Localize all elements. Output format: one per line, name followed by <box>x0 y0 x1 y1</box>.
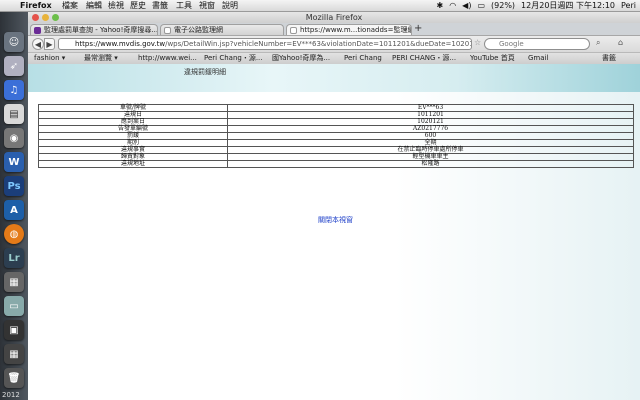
menu-edit[interactable]: 編輯 <box>86 0 102 11</box>
bookmark-item[interactable]: fashion ▾ <box>34 53 65 64</box>
page-title: 違規罰鍰明細 <box>184 68 226 76</box>
image-icon[interactable]: ▣ <box>4 320 24 340</box>
preview-icon[interactable]: ▤ <box>4 104 24 124</box>
lightroom-icon[interactable]: Lr <box>4 248 24 268</box>
bookmark-item[interactable]: 最常瀏覽 ▾ <box>84 53 118 64</box>
url-host: https://www.mvdis.gov.tw <box>75 40 166 48</box>
menu-window[interactable]: 視窗 <box>199 0 215 11</box>
bookmark-item[interactable]: Peri Chang <box>344 53 382 64</box>
star-icon[interactable]: ☆ <box>474 38 481 47</box>
finder-icon[interactable]: ☺ <box>4 32 24 52</box>
bookmark-item[interactable]: Gmail <box>528 53 548 64</box>
battery-percent: (92%) <box>491 1 516 10</box>
folder-icon[interactable]: ▭ <box>4 296 24 316</box>
camera-icon[interactable]: ◉ <box>4 128 24 148</box>
trash-icon[interactable]: 🗑 <box>4 368 24 388</box>
tab-label: https://www.m...tionadds=監理網 <box>300 26 412 34</box>
battery-icon[interactable]: ▭ <box>477 0 485 11</box>
itunes-icon[interactable]: ♫ <box>4 80 24 100</box>
dock-year: 2012 <box>2 391 20 399</box>
page-banner: 違規罰鍰明細 <box>28 64 640 92</box>
page-content: 違規罰鍰明細 車號/牌號 EV***63 違規日 1011201 應到案日 10201… <box>28 64 640 400</box>
menu-bookmarks[interactable]: 書籤 <box>152 0 168 11</box>
close-window-link[interactable]: 關閉本視窗 <box>318 215 353 225</box>
new-tab-icon[interactable]: + <box>414 23 422 35</box>
rocket-icon[interactable]: ➶ <box>4 56 24 76</box>
tab-label: 監理處罰單查詢 - Yahoo!奇摩搜尋... <box>44 26 158 34</box>
navigation-bar: ◀ ▶ https://www.mvdis.gov.tw/wps/DetailW… <box>28 36 640 53</box>
search-placeholder: Google <box>499 40 524 48</box>
yahoo-icon <box>34 27 41 34</box>
close-window-icon[interactable] <box>32 14 39 21</box>
tab-strip: 監理處罰單查詢 - Yahoo!奇摩搜尋... 電子公路監理網 https://… <box>28 23 640 36</box>
menu-help[interactable]: 說明 <box>222 0 238 11</box>
search-icon[interactable]: ⌕ <box>596 38 600 48</box>
table-row: 違規地址 松隆路 <box>38 160 634 168</box>
page-icon <box>164 27 171 34</box>
close-tab-icon[interactable]: × <box>402 25 408 35</box>
app-name[interactable]: Firefox <box>20 0 52 11</box>
menu-file[interactable]: 檔案 <box>62 0 78 11</box>
zoom-window-icon[interactable] <box>52 14 59 21</box>
bookmark-item[interactable]: YouTube 首頁 <box>470 53 515 64</box>
violation-table: 車號/牌號 EV***63 違規日 1011201 應到案日 1020121 告發單編… <box>38 104 634 168</box>
appstore-icon[interactable]: A <box>4 200 24 220</box>
bookmark-item[interactable]: 國Yahoo!奇摩為... <box>272 53 330 64</box>
row-label: 違規地址 <box>38 160 228 168</box>
word-icon[interactable]: W <box>4 152 24 172</box>
bookmark-item[interactable]: PERI CHANG・源... <box>392 53 456 64</box>
dock: ☺ ➶ ♫ ▤ ◉ W Ps A ◍ Lr ▦ ▭ ▣ ▦ 🗑 2012 <box>0 12 29 400</box>
bookmark-item[interactable]: 書籤 <box>602 53 616 64</box>
tab-detail[interactable]: https://www.m...tionadds=監理網 × <box>286 24 412 35</box>
forward-icon[interactable]: ▶ <box>44 38 55 50</box>
volume-icon[interactable]: ◀) <box>462 0 471 11</box>
tab-mvdis[interactable]: 電子公路監理網 <box>160 24 284 35</box>
home-icon[interactable]: ⌂ <box>618 38 623 47</box>
back-icon[interactable]: ◀ <box>32 38 44 50</box>
photoshop-icon[interactable]: Ps <box>4 176 24 196</box>
window-titlebar: Mozilla Firefox <box>28 12 640 23</box>
menu-view[interactable]: 檢視 <box>108 0 124 11</box>
browser-window: Mozilla Firefox 監理處罰單查詢 - Yahoo!奇摩搜尋... … <box>28 12 640 400</box>
tab-yahoo-search[interactable]: 監理處罰單查詢 - Yahoo!奇摩搜尋... <box>30 24 158 35</box>
bookmark-item[interactable]: Peri Chang・源... <box>204 53 263 64</box>
menu-history[interactable]: 歷史 <box>130 0 146 11</box>
app-icon[interactable]: ▦ <box>4 272 24 292</box>
user-name[interactable]: Peri <box>621 0 636 11</box>
wifi-icon[interactable]: ◠ <box>449 0 456 11</box>
menu-tools[interactable]: 工具 <box>176 0 192 11</box>
row-value: 松隆路 <box>227 160 634 168</box>
minimize-window-icon[interactable] <box>42 14 49 21</box>
url-path: /wps/DetailWin.jsp?vehicleNumber=EV***63… <box>165 40 471 48</box>
bookmark-item[interactable]: http://www.wei... <box>138 53 197 64</box>
url-bar[interactable]: https://www.mvdis.gov.tw/wps/DetailWin.j… <box>58 38 472 50</box>
bluetooth-icon[interactable]: ✱ <box>436 0 443 11</box>
window-title: Mozilla Firefox <box>305 13 363 22</box>
page-icon <box>290 27 297 34</box>
firefox-icon[interactable]: ◍ <box>4 224 24 244</box>
search-input[interactable]: Google <box>484 38 590 50</box>
tab-label: 電子公路監理網 <box>174 26 223 34</box>
mac-menubar: Firefox 檔案 編輯 檢視 歷史 書籤 工具 視窗 說明 ✱ ◠ ◀) ▭… <box>0 0 640 12</box>
clock[interactable]: 12月20日週四 下午12:10 <box>521 0 615 11</box>
calendar-icon[interactable]: ▦ <box>4 344 24 364</box>
